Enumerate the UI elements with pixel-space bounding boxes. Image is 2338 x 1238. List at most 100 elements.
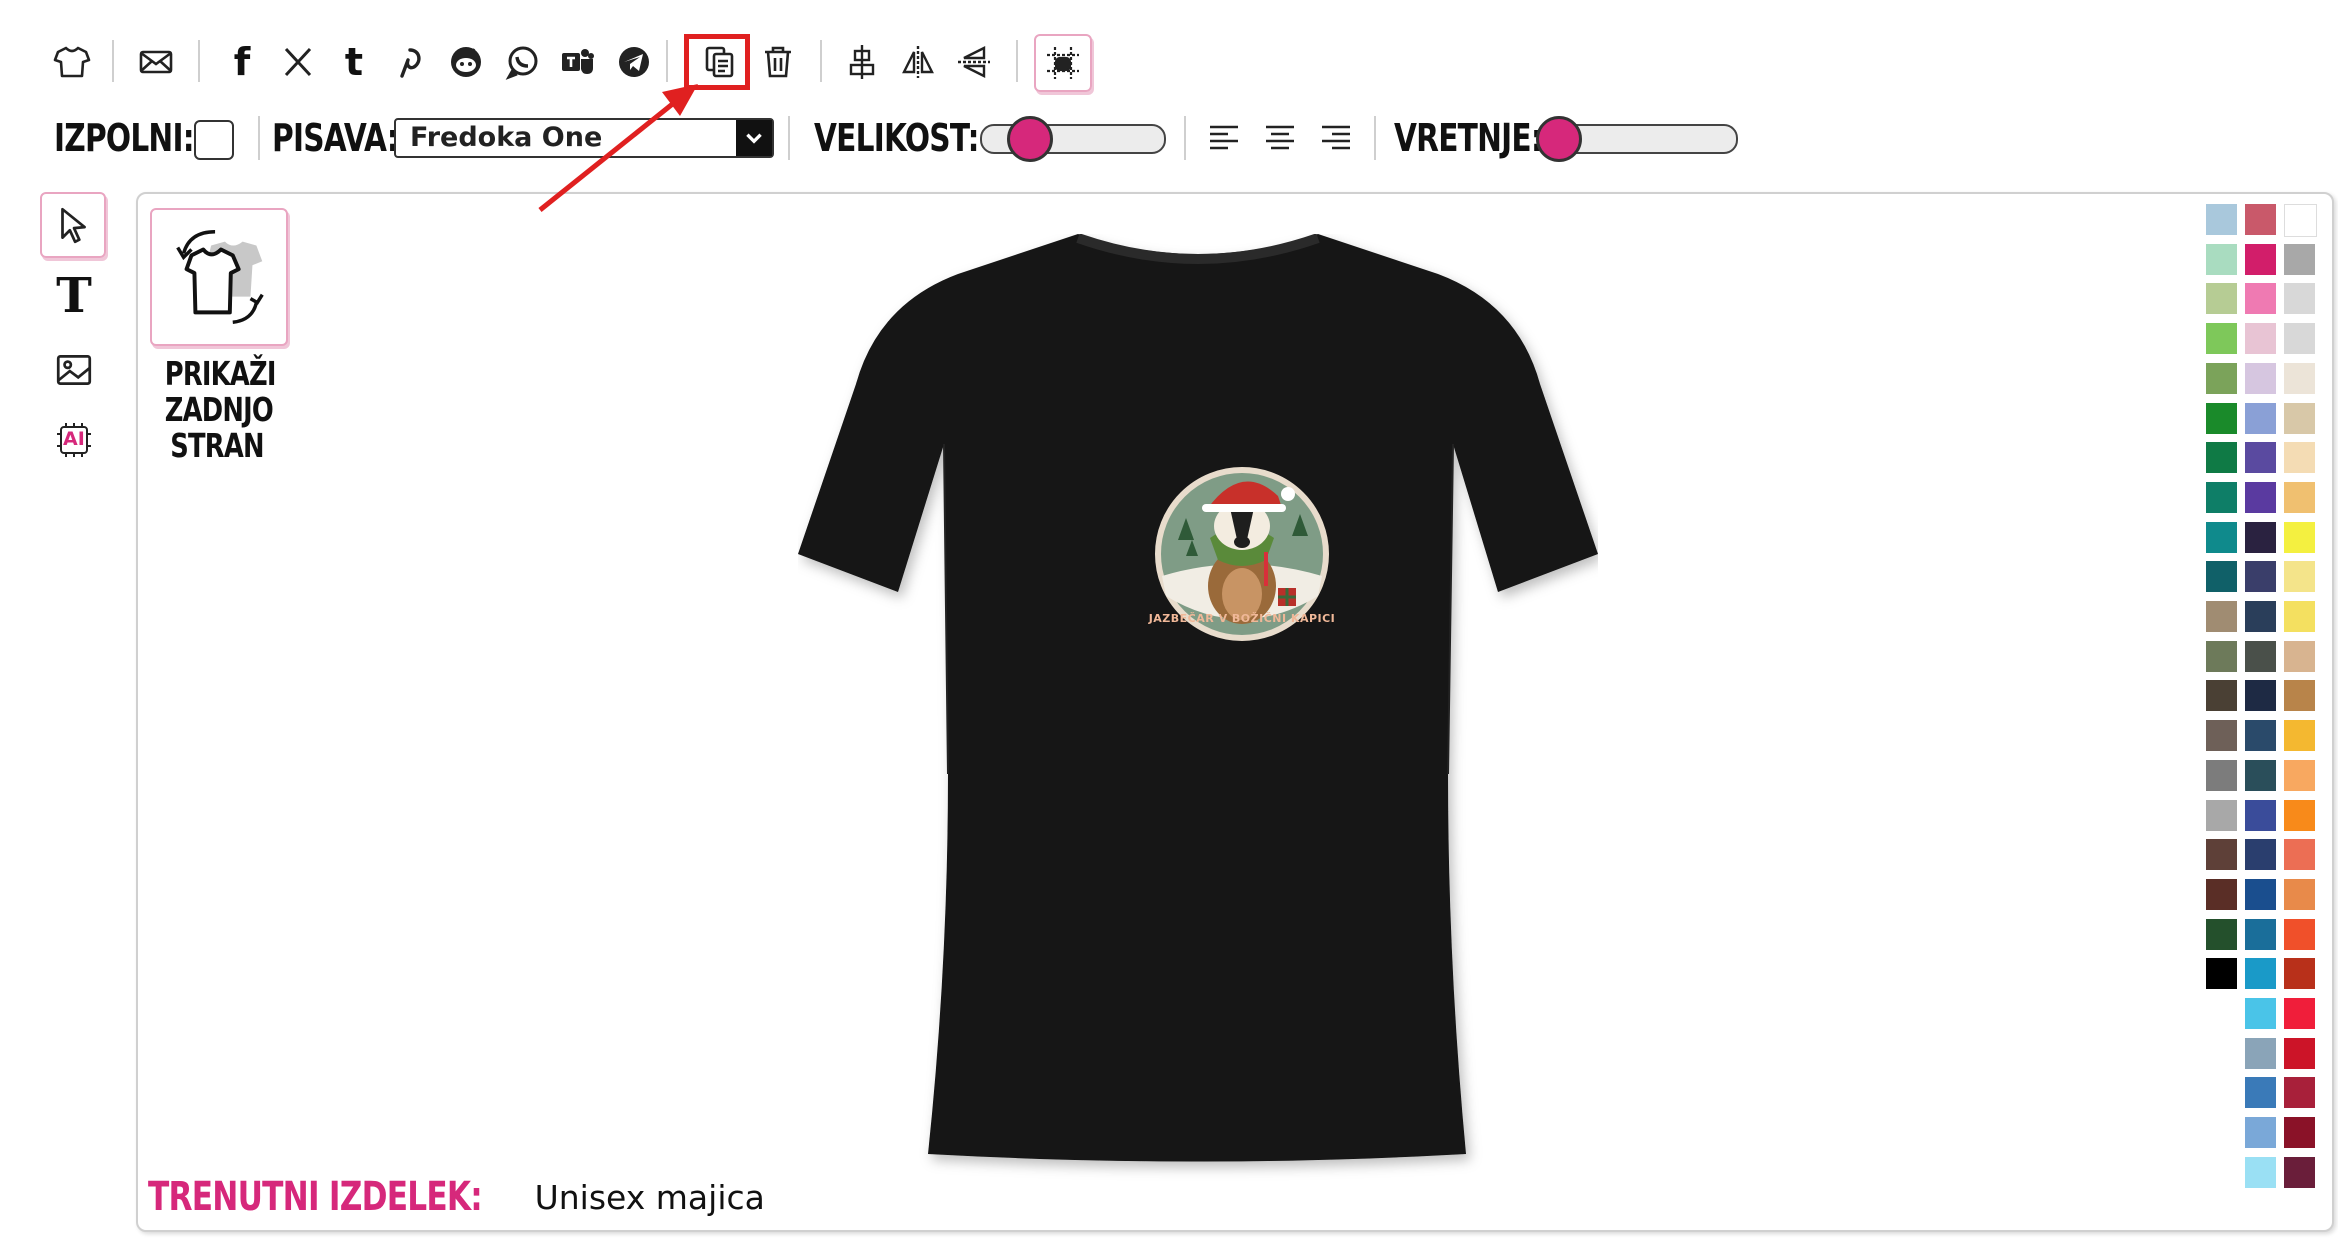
cursor-icon xyxy=(61,207,86,244)
size-slider-handle[interactable] xyxy=(1007,116,1054,162)
color-swatch[interactable] xyxy=(2206,720,2237,752)
tumblr-icon[interactable]: t xyxy=(328,36,380,88)
color-swatch[interactable] xyxy=(2245,640,2276,672)
color-swatch[interactable] xyxy=(2245,362,2276,394)
color-swatch[interactable] xyxy=(2284,521,2315,553)
color-swatch[interactable] xyxy=(2245,799,2276,831)
color-swatch[interactable] xyxy=(2284,759,2315,791)
align-center-icon[interactable] xyxy=(836,36,888,88)
mail-icon[interactable] xyxy=(130,36,182,88)
show-back-button[interactable] xyxy=(150,208,288,346)
color-swatch[interactable] xyxy=(2284,481,2315,513)
badger-design[interactable]: JAZBEČAR V BOŽIČNI KAPICI xyxy=(1142,456,1342,656)
color-swatch[interactable] xyxy=(2206,243,2237,275)
divider xyxy=(198,40,200,82)
color-swatch[interactable] xyxy=(2206,204,2237,235)
color-swatch[interactable] xyxy=(2206,283,2237,315)
color-swatch[interactable] xyxy=(2284,680,2315,712)
color-swatch[interactable] xyxy=(2245,243,2276,275)
color-swatch[interactable] xyxy=(2206,402,2237,434)
reddit-icon[interactable] xyxy=(440,36,492,88)
flip-vertical-icon[interactable] xyxy=(948,36,1000,88)
color-swatch[interactable] xyxy=(2206,481,2237,513)
color-swatch[interactable] xyxy=(2245,1077,2276,1109)
pinterest-icon[interactable] xyxy=(384,36,436,88)
color-swatch[interactable] xyxy=(2284,958,2315,990)
color-swatch[interactable] xyxy=(2284,204,2317,237)
color-swatch[interactable] xyxy=(2206,878,2237,910)
color-swatch[interactable] xyxy=(2284,323,2315,355)
color-swatch[interactable] xyxy=(2284,998,2315,1029)
color-swatch[interactable] xyxy=(2206,442,2237,474)
color-swatch[interactable] xyxy=(2245,759,2276,791)
x-icon[interactable] xyxy=(272,36,324,88)
color-swatch[interactable] xyxy=(2245,481,2276,513)
fill-checkbox[interactable] xyxy=(194,120,234,160)
ai-tool[interactable]: AI xyxy=(44,410,104,470)
color-swatch[interactable] xyxy=(2206,759,2237,791)
color-swatch[interactable] xyxy=(2206,680,2237,712)
color-swatch[interactable] xyxy=(2245,839,2276,871)
color-swatch[interactable] xyxy=(2284,243,2315,275)
color-swatch[interactable] xyxy=(2284,799,2315,831)
color-swatch[interactable] xyxy=(2206,323,2237,355)
trash-icon[interactable] xyxy=(752,36,804,88)
select-tool[interactable] xyxy=(40,192,106,258)
color-swatch[interactable] xyxy=(2284,1117,2315,1149)
color-swatch[interactable] xyxy=(2206,601,2237,632)
color-swatch[interactable] xyxy=(2206,640,2237,672)
color-swatch[interactable] xyxy=(2206,918,2237,950)
color-swatch[interactable] xyxy=(2284,362,2315,394)
align-left-icon[interactable] xyxy=(1198,112,1250,164)
color-swatch[interactable] xyxy=(2206,958,2237,990)
text-tool[interactable]: T xyxy=(44,266,104,326)
color-swatch[interactable] xyxy=(2284,839,2315,871)
flip-horizontal-icon[interactable] xyxy=(892,36,944,88)
size-slider[interactable] xyxy=(980,116,1166,162)
color-swatch[interactable] xyxy=(2284,402,2315,434)
color-swatch[interactable] xyxy=(2206,561,2237,593)
color-swatch[interactable] xyxy=(2284,561,2315,593)
color-swatch[interactable] xyxy=(2245,918,2276,950)
facebook-icon[interactable]: f xyxy=(216,36,268,88)
color-swatch[interactable] xyxy=(2206,839,2237,871)
color-swatch[interactable] xyxy=(2206,521,2237,553)
color-swatch[interactable] xyxy=(2284,720,2315,752)
color-swatch[interactable] xyxy=(2245,323,2276,355)
align-center-text-icon[interactable] xyxy=(1254,112,1306,164)
color-swatch[interactable] xyxy=(2284,640,2315,672)
chevron-down-icon[interactable] xyxy=(736,120,772,156)
color-swatch[interactable] xyxy=(2284,878,2315,910)
color-swatch[interactable] xyxy=(2206,799,2237,831)
design-canvas[interactable]: PRIKAŽI ZADNJO STRAN JAZBEČAR V BOŽIČNI … xyxy=(136,192,2334,1232)
color-swatch[interactable] xyxy=(2245,521,2276,553)
color-swatch[interactable] xyxy=(2284,1156,2315,1188)
align-right-icon[interactable] xyxy=(1310,112,1362,164)
color-swatch[interactable] xyxy=(2245,402,2276,434)
image-tool[interactable] xyxy=(44,340,104,400)
color-swatch[interactable] xyxy=(2245,442,2276,474)
shirt-icon[interactable] xyxy=(46,36,98,88)
color-swatch[interactable] xyxy=(2245,1037,2276,1069)
color-swatch[interactable] xyxy=(2284,1037,2315,1069)
color-swatch[interactable] xyxy=(2245,204,2276,235)
color-swatch[interactable] xyxy=(2284,283,2315,315)
color-swatch[interactable] xyxy=(2245,998,2276,1029)
color-swatch[interactable] xyxy=(2284,601,2315,632)
color-swatch[interactable] xyxy=(2206,362,2237,394)
grid-icon[interactable] xyxy=(1034,34,1092,92)
color-swatch[interactable] xyxy=(2245,283,2276,315)
color-swatch[interactable] xyxy=(2284,918,2315,950)
color-swatch[interactable] xyxy=(2284,1077,2315,1109)
color-swatch[interactable] xyxy=(2245,1117,2276,1149)
color-swatch[interactable] xyxy=(2245,958,2276,990)
color-swatch[interactable] xyxy=(2245,601,2276,632)
rotate-slider[interactable] xyxy=(1536,116,1738,162)
color-swatch[interactable] xyxy=(2245,878,2276,910)
color-swatch[interactable] xyxy=(2245,680,2276,712)
color-swatch[interactable] xyxy=(2284,442,2315,474)
rotate-slider-handle[interactable] xyxy=(1536,116,1582,162)
color-swatch[interactable] xyxy=(2245,1156,2276,1188)
color-swatch[interactable] xyxy=(2245,720,2276,752)
color-swatch[interactable] xyxy=(2245,561,2276,593)
